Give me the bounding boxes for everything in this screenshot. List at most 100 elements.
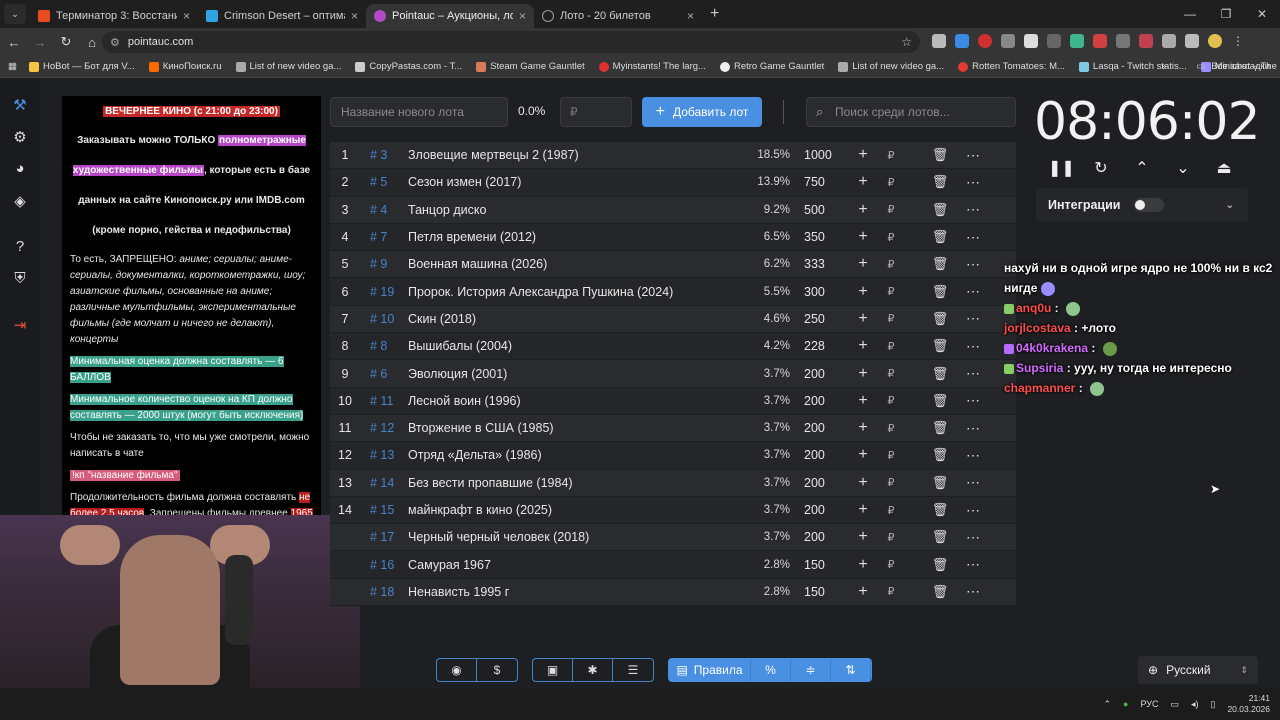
- delete-trash-icon[interactable]: 🗑: [920, 529, 960, 545]
- bookmark-item[interactable]: Rotten Tomatoes: M...: [958, 61, 1065, 72]
- delete-trash-icon[interactable]: 🗑: [920, 256, 960, 272]
- ruble-icon[interactable]: ₽: [876, 585, 906, 598]
- add-amount-plus-icon[interactable]: +: [850, 501, 876, 519]
- delete-trash-icon[interactable]: 🗑: [920, 147, 960, 163]
- minimize-icon[interactable]: —: [1172, 0, 1208, 28]
- add-amount-plus-icon[interactable]: +: [850, 255, 876, 273]
- delete-trash-icon[interactable]: 🗑: [920, 229, 960, 245]
- lot-id-link[interactable]: # 14: [360, 476, 408, 490]
- bookmark-item[interactable]: КиноПоиск.ru: [148, 61, 222, 72]
- lot-row[interactable]: 13 # 14 Без вести пропавшие (1984) 3.7% 200 +…: [330, 469, 1016, 497]
- lot-amount[interactable]: 150: [790, 585, 850, 599]
- tab-search-icon[interactable]: ⌄: [4, 4, 26, 24]
- delete-trash-icon[interactable]: 🗑: [920, 584, 960, 600]
- lot-row[interactable]: 4 # 7 Петля времени (2012) 6.5% 350 + ₽ 🗑 ⋯: [330, 223, 1016, 252]
- close-tab-icon[interactable]: ×: [687, 9, 694, 23]
- lot-id-link[interactable]: # 19: [360, 285, 408, 299]
- add-amount-plus-icon[interactable]: +: [850, 201, 876, 219]
- save-icon[interactable]: ▣: [533, 659, 573, 681]
- microphone-icon[interactable]: ●: [1123, 699, 1128, 709]
- pause-icon[interactable]: ❚❚: [1048, 158, 1075, 178]
- lot-amount[interactable]: 250: [790, 312, 850, 326]
- delete-trash-icon[interactable]: 🗑: [920, 338, 960, 354]
- wheel-icon[interactable]: ◕: [10, 160, 30, 180]
- more-options-icon[interactable]: ⋯: [960, 502, 986, 519]
- extension-icon[interactable]: [932, 34, 946, 48]
- lot-name[interactable]: Зловещие мертвецы 2 (1987): [408, 148, 748, 162]
- lot-row[interactable]: 6 # 19 Пророк. История Александра Пушкина …: [330, 278, 1016, 306]
- bookmark-item[interactable]: List of new video ga...: [838, 61, 944, 72]
- add-amount-plus-icon[interactable]: +: [850, 419, 876, 437]
- all-bookmarks[interactable]: » ▭ Все закладки: [1161, 61, 1270, 72]
- help-icon[interactable]: ?: [10, 238, 30, 258]
- add-amount-plus-icon[interactable]: +: [850, 228, 876, 246]
- battery-icon[interactable]: ▯: [1211, 699, 1216, 710]
- lot-id-link[interactable]: # 6: [360, 367, 408, 381]
- more-options-icon[interactable]: ⋯: [960, 365, 986, 382]
- lot-row[interactable]: 11 # 12 Вторжение в США (1985) 3.7% 200 + ₽ 🗑 ⋯: [330, 414, 1016, 443]
- more-options-icon[interactable]: ⋯: [960, 583, 986, 600]
- ruble-icon[interactable]: ₽: [876, 231, 906, 244]
- clear-list-icon[interactable]: ☰: [613, 659, 653, 681]
- lot-amount[interactable]: 333: [790, 257, 850, 271]
- donate-dollar-icon[interactable]: $: [477, 659, 517, 681]
- lot-id-link[interactable]: # 5: [360, 175, 408, 189]
- settings-gear-icon[interactable]: ⚙: [10, 128, 30, 148]
- apps-grid-icon[interactable]: ▦: [8, 61, 17, 72]
- ruble-icon[interactable]: ₽: [876, 558, 906, 571]
- ruble-icon[interactable]: ₽: [876, 449, 906, 462]
- back-icon[interactable]: ←: [2, 35, 26, 50]
- chevron-right-icon[interactable]: »: [1161, 61, 1166, 72]
- chevron-up-icon[interactable]: ⌃: [1130, 158, 1154, 178]
- delete-trash-icon[interactable]: 🗑: [920, 284, 960, 300]
- bookmark-item[interactable]: HoBot — Бот для V...: [28, 61, 135, 72]
- lot-id-link[interactable]: # 17: [360, 530, 408, 544]
- lot-row[interactable]: 12 # 13 Отряд «Дельта» (1986) 3.7% 200 + ₽ 🗑 ⋯: [330, 442, 1016, 470]
- volume-icon[interactable]: ◂): [1191, 699, 1199, 710]
- tab-crimson-desert[interactable]: Crimson Desert – оптимальны ×: [198, 4, 366, 28]
- integrations-toggle[interactable]: [1134, 198, 1165, 212]
- bookmark-item[interactable]: Steam Game Gauntlet: [476, 61, 585, 72]
- ruble-icon[interactable]: ₽: [876, 258, 906, 271]
- ruble-icon[interactable]: ₽: [876, 176, 906, 189]
- extension-icon[interactable]: [1001, 34, 1015, 48]
- ruble-icon[interactable]: ₽: [876, 285, 906, 298]
- more-options-icon[interactable]: ⋯: [960, 420, 986, 437]
- language-select[interactable]: ⊕ Русский ⇕: [1138, 656, 1258, 684]
- lot-name[interactable]: Танцор диско: [408, 203, 748, 217]
- auction-hammer-icon[interactable]: ⚒: [10, 96, 30, 116]
- lot-row[interactable]: 8 # 8 Вышибалы (2004) 4.2% 228 + ₽ 🗑 ⋯: [330, 333, 1016, 361]
- tab-loto[interactable]: Лото - 20 билетов ×: [534, 4, 702, 28]
- lot-name[interactable]: Пророк. История Александра Пушкина (2024…: [408, 285, 748, 299]
- lot-row[interactable]: 14 # 15 майнкрафт в кино (2025) 3.7% 200 + ₽ 🗑 ⋯: [330, 496, 1016, 525]
- delete-trash-icon[interactable]: 🗑: [920, 420, 960, 436]
- tab-terminator[interactable]: Терминатор 3: Восстание маш ×: [30, 4, 198, 28]
- ruble-icon[interactable]: ₽: [876, 504, 906, 517]
- monitor-icon[interactable]: ▭: [1170, 699, 1179, 710]
- lot-row[interactable]: 1 # 3 Зловещие мертвецы 2 (1987) 18.5% 1000 +…: [330, 142, 1016, 170]
- bookmark-item[interactable]: CopyPastas.com - T...: [355, 61, 462, 72]
- delete-trash-icon[interactable]: 🗑: [920, 311, 960, 327]
- add-amount-plus-icon[interactable]: +: [850, 583, 876, 601]
- lot-row[interactable]: # 18 Ненависть 1995 г 2.8% 150 + ₽ 🗑 ⋯: [330, 578, 1016, 607]
- extension-icon[interactable]: [978, 34, 992, 48]
- ruble-icon[interactable]: ₽: [876, 340, 906, 353]
- keyboard-language[interactable]: РУС: [1140, 699, 1158, 709]
- lot-id-link[interactable]: # 7: [360, 230, 408, 244]
- lot-name[interactable]: Отряд «Дельта» (1986): [408, 448, 748, 462]
- new-lot-amount-input[interactable]: ₽: [560, 97, 632, 127]
- chevron-down-icon[interactable]: ⌄: [1226, 200, 1234, 211]
- close-tab-icon[interactable]: ×: [183, 9, 190, 23]
- clock[interactable]: 21:41 20.03.2026: [1227, 693, 1270, 715]
- close-tab-icon[interactable]: ×: [351, 9, 358, 23]
- lot-name[interactable]: Эволюция (2001): [408, 367, 748, 381]
- ruble-icon[interactable]: ₽: [876, 203, 906, 216]
- lot-amount[interactable]: 500: [790, 203, 850, 217]
- lot-name[interactable]: Самурая 1967: [408, 558, 748, 572]
- lot-row[interactable]: # 17 Черный черный человек (2018) 3.7% 200 +…: [330, 524, 1016, 552]
- lot-row[interactable]: 10 # 11 Лесной воин (1996) 3.7% 200 + ₽ 🗑 ⋯: [330, 387, 1016, 415]
- sort-icon[interactable]: ⇅: [831, 659, 871, 681]
- lot-id-link[interactable]: # 4: [360, 203, 408, 217]
- ruble-icon[interactable]: ₽: [876, 149, 906, 162]
- delete-trash-icon[interactable]: 🗑: [920, 366, 960, 382]
